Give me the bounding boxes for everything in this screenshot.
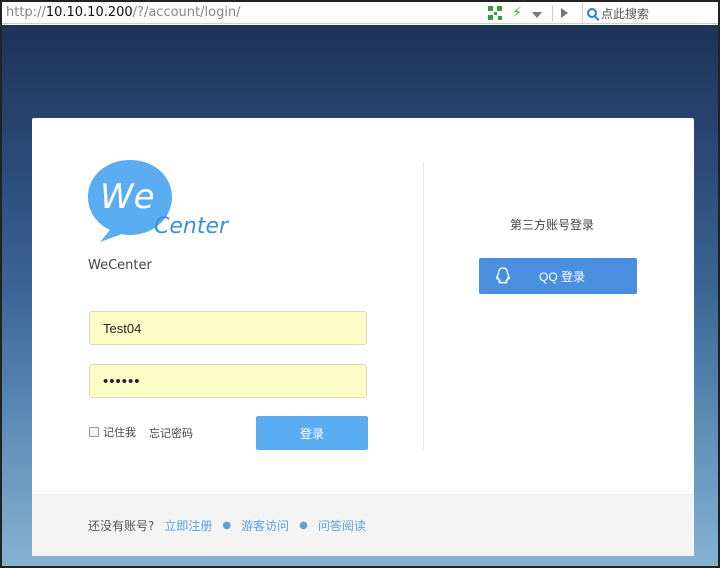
card-footer: 还没有账号? 立即注册 ● 游客访问 ● 问答阅读 (32, 494, 694, 556)
search-placeholder: 点此搜索 (601, 6, 650, 21)
url-text[interactable]: http://10.10.10.200/?/account/login/ (2, 5, 241, 20)
username-input[interactable] (89, 311, 367, 345)
browser-window: http://10.10.10.200/?/account/login/ ⚡ 点… (0, 0, 720, 568)
qr-code-icon[interactable] (488, 6, 502, 20)
browser-search-box[interactable]: 点此搜索 (582, 3, 718, 23)
qq-penguin-icon (496, 267, 510, 284)
login-button[interactable]: 登录 (256, 416, 368, 450)
vertical-divider (423, 162, 424, 450)
logo-center-text: Center (154, 214, 230, 239)
search-icon[interactable] (587, 8, 597, 18)
footer-prefix: 还没有账号? (88, 519, 155, 533)
qq-login-label: QQ 登录 (539, 270, 586, 284)
remember-me-checkbox[interactable]: 记住我 (89, 424, 136, 440)
remember-me-label: 记住我 (103, 426, 136, 439)
login-card: We Center WeCenter 记住我 忘记密码 登录 第三方账号登录 Q… (32, 118, 694, 556)
checkbox-box[interactable] (89, 427, 99, 437)
brand-name: WeCenter (88, 258, 152, 273)
forgot-password-link[interactable]: 忘记密码 (149, 425, 193, 441)
password-input[interactable] (89, 364, 367, 398)
toolbar-divider (552, 5, 553, 21)
toolbar-icons: ⚡ (488, 4, 568, 22)
lightning-icon[interactable]: ⚡ (510, 6, 524, 20)
logo-we-text: We (100, 177, 155, 217)
separator-dot: ● (222, 520, 232, 531)
address-bar[interactable]: http://10.10.10.200/?/account/login/ ⚡ 点… (2, 2, 718, 24)
register-link[interactable]: 立即注册 (164, 517, 212, 534)
guest-access-link[interactable]: 游客访问 (241, 517, 289, 534)
qq-login-button[interactable]: QQ 登录 (479, 258, 637, 294)
dropdown-arrow-icon[interactable] (532, 11, 542, 18)
play-icon[interactable] (561, 8, 568, 18)
third-party-title: 第三方账号登录 (510, 218, 595, 232)
wecenter-logo: We Center (88, 160, 230, 242)
separator-dot: ● (299, 520, 308, 531)
qa-read-link[interactable]: 问答阅读 (318, 517, 366, 534)
